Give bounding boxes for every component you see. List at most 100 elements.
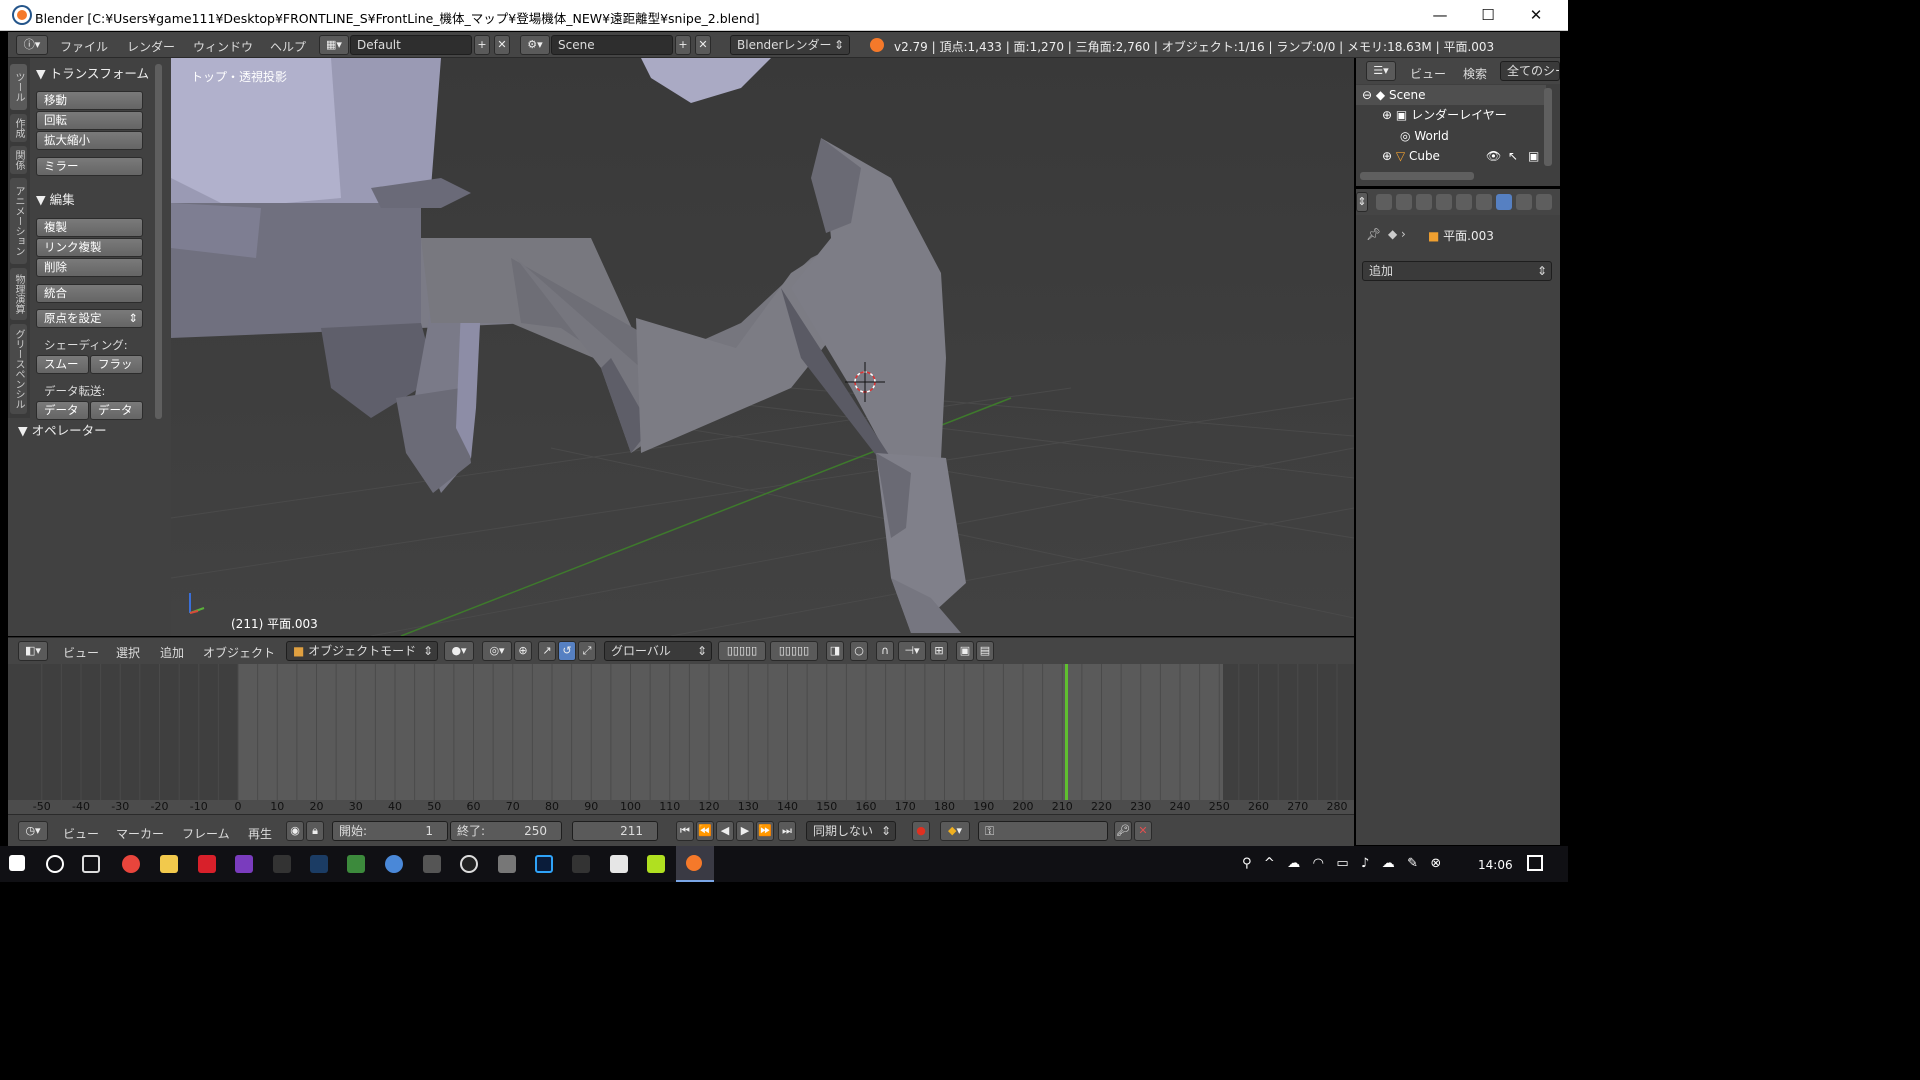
record-icon[interactable]: ● [912,821,930,841]
renderable-camera-icon[interactable]: ▣ [1528,146,1539,166]
tab-relations[interactable]: 関係 [10,146,27,174]
chrome-icon[interactable] [122,855,140,873]
editor-type-info-icon[interactable]: ⓘ▾ [16,35,48,55]
menu-object[interactable]: オブジェクト [203,644,275,661]
menu-marker[interactable]: マーカー [116,825,164,842]
editor-type-timeline-icon[interactable]: ◷▾ [18,821,48,841]
outliner-menu-search[interactable]: 検索 [1463,65,1487,82]
layers-group-2-icon[interactable]: ▯▯▯▯▯ [770,641,818,661]
render-tab-icon[interactable] [1376,194,1392,210]
data-tab-icon[interactable] [1516,194,1532,210]
unreal-engine-icon[interactable] [460,855,478,873]
outliner-menu-view[interactable]: ビュー [1410,65,1446,82]
delete-button[interactable]: 削除 [36,258,143,277]
tool-shelf-scrollbar[interactable] [155,64,162,419]
screen-layout-icon[interactable]: ▦▾ [319,35,349,55]
blender-taskbar-button[interactable] [676,846,714,882]
add-layout-icon[interactable]: + [474,35,490,55]
layers-group-1-icon[interactable]: ▯▯▯▯▯ [718,641,766,661]
jump-keyframe-back-icon[interactable]: ⏪ [696,821,714,841]
maximize-button[interactable]: ☐ [1464,0,1512,31]
insert-keyframe-icon[interactable]: 🔑︎ [1114,821,1132,841]
start-frame-field[interactable]: 開始: 1 [332,821,448,841]
visual-studio-icon[interactable] [235,855,253,873]
menu-render[interactable]: レンダー [127,38,175,55]
menu-file[interactable]: ファイル [60,38,108,55]
menu-help[interactable]: ヘルプ [270,38,306,55]
shade-smooth-button[interactable]: スムー [36,355,89,374]
add-modifier-select[interactable]: 追加 ⇕ [1362,261,1552,281]
action-center-icon[interactable] [1527,855,1543,871]
3d-viewport[interactable]: トップ・透視投影 (211) 平面.003 [171,58,1354,636]
app-blue-icon[interactable] [385,855,403,873]
scene-tab-icon[interactable] [1416,194,1432,210]
tab-create[interactable]: 作成 [10,114,27,142]
set-origin-select[interactable]: 原点を設定 ⇕ [36,309,143,328]
app-gray-icon[interactable] [498,855,516,873]
edit-panel-header[interactable]: ▼ 編集 [36,189,75,208]
orientation-select[interactable]: グローバル ⇕ [604,641,712,661]
outliner-item-cube[interactable]: ⊕ ▽ Cube 👁︎ ↖ ▣ [1356,146,1546,166]
outliner-scrollbar-horizontal[interactable] [1360,172,1474,180]
duplicate-button[interactable]: 複製 [36,218,143,237]
scene-icon[interactable]: ⚙▾ [520,35,550,55]
tab-animation[interactable]: アニメーション [10,178,27,264]
snap-target-icon[interactable]: ⊞ [930,641,948,661]
timeline-area[interactable] [8,664,1354,800]
shade-flat-button[interactable]: フラッ [90,355,143,374]
epic-games-icon[interactable] [423,855,441,873]
mode-select[interactable]: ■ オブジェクトモード ⇕ [286,641,438,661]
tab-grease-pencil[interactable]: グリースペンシル [10,324,27,414]
current-frame-field[interactable]: 211 [572,821,658,841]
menu-select[interactable]: 選択 [116,644,140,661]
render-engine-select[interactable]: Blenderレンダー ⇕ [730,35,850,55]
app-white-icon[interactable] [610,855,628,873]
translate-manipulator-icon[interactable]: ↗ [538,641,556,661]
viewport-shading-icon[interactable]: ●▾ [444,641,474,661]
constraints-tab-icon[interactable] [1476,194,1492,210]
render-still-icon[interactable]: ▣ [956,641,974,661]
translate-button[interactable]: 移動 [36,91,143,110]
outliner-item-scene[interactable]: ⊖ ◆ Scene [1356,85,1546,105]
current-frame-indicator[interactable] [1065,664,1069,800]
transform-panel-header[interactable]: ▼ トランスフォーム [36,63,149,82]
jump-keyframe-forward-icon[interactable]: ⏩ [756,821,774,841]
snap-toggle-icon[interactable]: ∩ [876,641,894,661]
scale-manipulator-icon[interactable]: ⤢ [578,641,596,661]
menu-timeline-view[interactable]: ビュー [63,825,99,842]
play-icon[interactable]: ▶ [736,821,754,841]
material-tab-icon[interactable] [1536,194,1552,210]
jump-start-icon[interactable]: ⏮ [676,821,694,841]
menu-frame[interactable]: フレーム [182,825,230,842]
render-animation-icon[interactable]: ▤ [976,641,994,661]
end-frame-field[interactable]: 終了: 250 [450,821,562,841]
app-green-icon[interactable] [347,855,365,873]
layout-field[interactable]: Default [350,35,472,55]
remove-scene-icon[interactable]: ✕ [695,35,711,55]
pin-icon[interactable]: 📌︎ [1366,227,1381,241]
play-reverse-icon[interactable]: ◀ [716,821,734,841]
layer-lock-icon[interactable]: ◨ [826,641,844,661]
modifiers-tab-icon[interactable] [1496,194,1512,210]
menu-view[interactable]: ビュー [63,644,99,661]
outliner-item-render-layers[interactable]: ⊕ ▣ レンダーレイヤー [1356,105,1546,125]
visibility-eye-icon[interactable]: 👁︎ [1486,146,1501,166]
menu-add[interactable]: 追加 [160,644,184,661]
app-red-icon[interactable] [198,855,216,873]
menu-playback[interactable]: 再生 [248,825,272,842]
delete-keyframe-icon[interactable]: ✕ [1134,821,1152,841]
mirror-button[interactable]: ミラー [36,157,143,176]
windows-start-icon[interactable] [9,855,25,871]
app-wave-icon[interactable] [572,855,590,873]
outliner-item-world[interactable]: ◎ World [1356,126,1546,146]
operator-panel-header[interactable]: ▼ オペレーター [18,420,107,439]
keying-set-icon[interactable]: ◆▾ [940,821,970,841]
data-transfer-layout-button[interactable]: データ [90,401,143,420]
snap-element-icon[interactable]: ⊣▾ [898,641,926,661]
app-m-icon[interactable] [647,855,665,873]
remove-layout-icon[interactable]: ✕ [494,35,510,55]
tab-physics[interactable]: 物理演算 [10,268,27,320]
manipulator-toggle-icon[interactable]: ⊕ [514,641,532,661]
duplicate-linked-button[interactable]: リンク複製 [36,238,143,257]
editor-type-properties-icon[interactable]: ⇕ [1356,192,1368,212]
